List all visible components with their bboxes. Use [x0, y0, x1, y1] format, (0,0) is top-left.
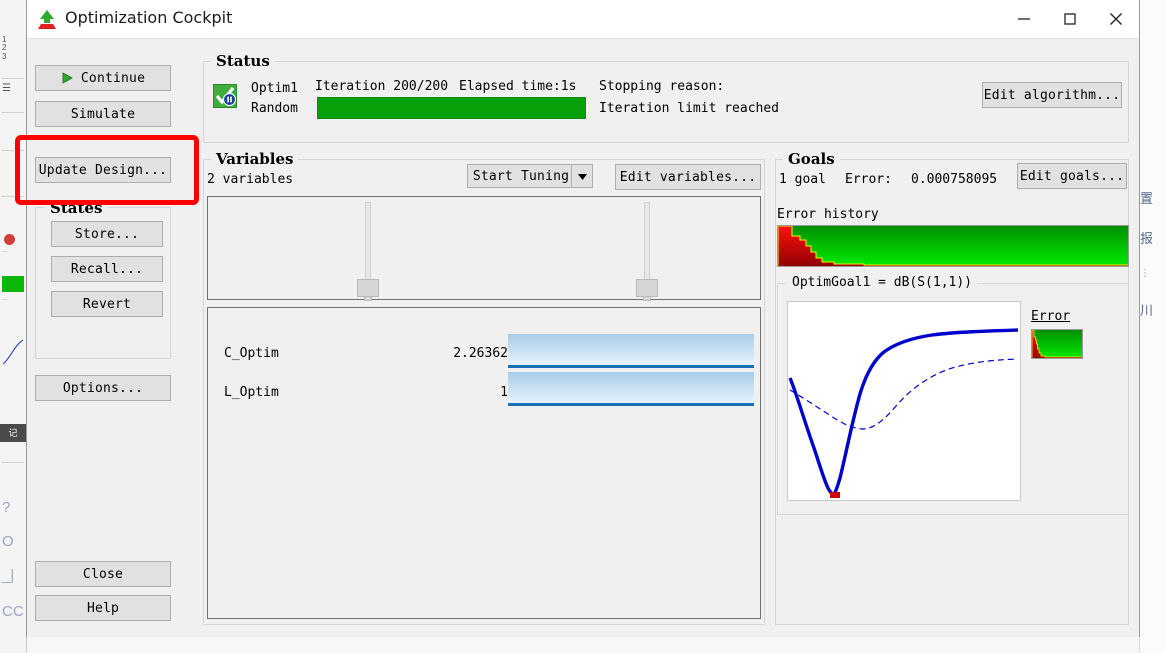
store-button[interactable]: Store... — [51, 221, 163, 247]
help-label: Help — [86, 600, 120, 616]
error-history-chart — [777, 225, 1129, 267]
optimization-arrow-icon — [36, 8, 58, 30]
background-right-glyph-1: 置 — [1140, 192, 1154, 207]
variable-name-1: L_Optim — [224, 385, 279, 400]
status-group-title: Status — [211, 52, 275, 70]
minimize-button[interactable] — [1001, 0, 1047, 38]
play-icon — [62, 72, 73, 84]
revert-button[interactable]: Revert — [51, 291, 163, 317]
window-title: Optimization Cockpit — [65, 8, 233, 27]
background-line-numbers: 123 — [2, 35, 7, 61]
slider-thumb-c-optim[interactable] — [357, 279, 379, 297]
background-right-glyph-4: 川 — [1140, 304, 1154, 319]
background-dark-tab: 记 — [0, 424, 26, 442]
goals-error-label: Error: — [845, 172, 892, 187]
slider-track-l-optim[interactable] — [644, 202, 650, 280]
legend-error-history-svg — [1032, 330, 1082, 358]
help-button[interactable]: Help — [35, 595, 171, 621]
simulate-button[interactable]: Simulate — [35, 101, 171, 127]
slider-thumb-l-optim[interactable] — [636, 279, 658, 297]
screen: 123 ☰ … … 记 ? O _| CC 置 报 ⋮ 川 Optimizati… — [0, 0, 1166, 653]
variable-bar-0[interactable] — [508, 334, 754, 368]
variable-value-1: 1 — [500, 385, 508, 400]
background-right-glyph-3: ⋮ — [1140, 268, 1150, 279]
background-list-icon: ☰ — [2, 83, 11, 94]
revert-label: Revert — [82, 296, 132, 312]
background-left-toolbar: 123 ☰ … … 记 ? O _| CC — [0, 0, 27, 653]
goals-group-title: Goals — [783, 150, 840, 168]
background-record-icon — [4, 234, 15, 245]
reference-curve — [789, 358, 1019, 430]
recall-label: Recall... — [70, 261, 144, 277]
continue-button[interactable]: Continue — [35, 65, 171, 91]
background-glyph-l: _| — [2, 567, 15, 584]
variable-value-0: 2.26362 — [453, 346, 508, 361]
store-label: Store... — [74, 226, 140, 242]
edit-variables-button[interactable]: Edit variables... — [615, 164, 761, 190]
maximize-button[interactable] — [1047, 0, 1093, 38]
maximize-icon — [1064, 13, 1076, 25]
variable-bar-1[interactable] — [508, 372, 754, 406]
goal-plot-canvas — [787, 301, 1021, 501]
background-green-swatch — [2, 276, 24, 292]
background-small-text-2: … — [2, 296, 8, 302]
chevron-down-icon[interactable] — [571, 165, 592, 187]
error-history-svg — [778, 226, 1128, 266]
variable-name-0: C_Optim — [224, 346, 279, 361]
slider-nub-c-optim — [364, 297, 372, 301]
edit-algorithm-button[interactable]: Edit algorithm... — [982, 82, 1122, 108]
background-glyph-question: ? — [2, 499, 11, 516]
goals-count: 1 goal — [779, 172, 826, 187]
update-design-button[interactable]: Update Design... — [35, 157, 171, 183]
continue-label: Continue — [80, 70, 146, 86]
start-tuning-label: Start Tuning — [472, 168, 570, 184]
status-iteration: Iteration 200/200 — [315, 79, 449, 94]
background-right-panel: 置 报 ⋮ 川 — [1139, 0, 1166, 653]
start-tuning-button[interactable]: Start Tuning — [467, 164, 593, 188]
optimization-cockpit-window: Optimization Cockpit Continue Simulate U… — [15, 0, 1140, 637]
recall-button[interactable]: Recall... — [51, 256, 163, 282]
optimum-marker — [830, 492, 840, 498]
close-icon — [1110, 13, 1122, 25]
goal-plot-legend-chart — [1031, 329, 1083, 359]
variables-count: 2 variables — [207, 172, 294, 187]
slider-track-c-optim[interactable] — [365, 202, 371, 280]
minimize-icon — [1018, 18, 1030, 20]
close-button[interactable] — [1093, 0, 1139, 38]
edit-variables-label: Edit variables... — [619, 169, 757, 185]
goal-plot-title: OptimGoal1 = dB(S(1,1)) — [787, 275, 978, 290]
variables-slider-panel — [207, 196, 761, 301]
goals-error-value: 0.000758095 — [911, 172, 998, 187]
options-button[interactable]: Options... — [35, 375, 171, 401]
background-small-text: … — [2, 248, 8, 254]
status-progress-bar — [317, 97, 586, 119]
title-bar: Optimization Cockpit — [27, 0, 1139, 39]
client-area: Continue Simulate Update Design... State… — [15, 39, 1139, 637]
variables-group-title: Variables — [211, 150, 299, 168]
simulate-label: Simulate — [70, 106, 136, 122]
stopping-reason-label: Stopping reason: — [599, 79, 725, 94]
background-curve-thumb — [2, 330, 24, 370]
background-right-glyph-2: 报 — [1140, 232, 1154, 247]
slider-nub-l-optim — [643, 297, 651, 301]
stopping-reason-value: Iteration limit reached — [599, 101, 780, 116]
states-group-title: States — [45, 199, 108, 217]
goal-plot-svg — [788, 328, 1019, 498]
edit-algorithm-label: Edit algorithm... — [983, 87, 1121, 103]
status-method: Random — [251, 101, 298, 116]
close-dialog-button[interactable]: Close — [35, 561, 171, 587]
background-glyph-o: O — [2, 533, 14, 550]
options-label: Options... — [62, 380, 144, 396]
error-history-label: Error history — [777, 207, 879, 222]
status-optim-name: Optim1 — [251, 81, 298, 96]
update-design-label: Update Design... — [38, 162, 168, 178]
close-dialog-label: Close — [82, 566, 124, 582]
edit-goals-label: Edit goals... — [1019, 168, 1125, 184]
status-elapsed-time: Elapsed time:1s — [459, 79, 577, 94]
variables-list-panel: C_Optim 2.26362 L_Optim 1 — [207, 307, 761, 619]
edit-goals-button[interactable]: Edit goals... — [1017, 163, 1127, 189]
goal-plot-legend-label: Error — [1031, 309, 1071, 324]
background-glyph-c: CC — [2, 603, 24, 620]
optimization-running-check-icon — [213, 84, 237, 108]
